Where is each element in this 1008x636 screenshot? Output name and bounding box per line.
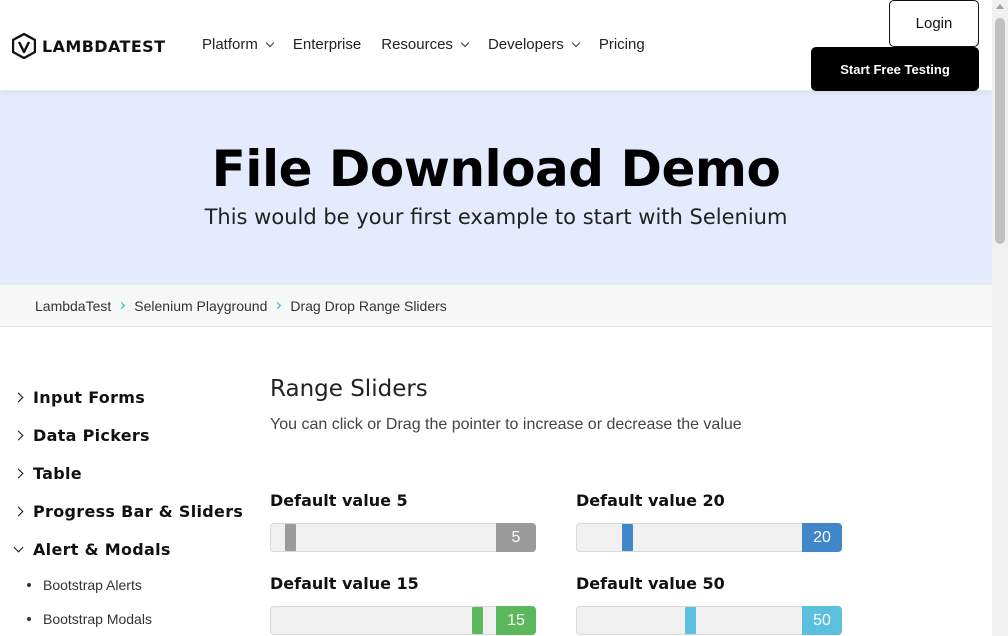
lambdatest-logo-icon — [12, 33, 36, 59]
slider-block-3: Default value 15 15 — [270, 574, 536, 635]
sidebar-item-progress-bar-sliders[interactable]: Progress Bar & Sliders — [13, 492, 244, 530]
slider-thumb[interactable] — [685, 607, 696, 634]
breadcrumb-home[interactable]: LambdaTest — [35, 298, 111, 314]
chevron-down-icon — [571, 38, 581, 48]
breadcrumb-selenium-playground[interactable]: Selenium Playground — [134, 298, 267, 314]
sidebar-subitem-bootstrap-modals[interactable]: Bootstrap Modals — [15, 602, 243, 636]
logo-text: LAMBDATEST — [42, 36, 166, 56]
sidebar-item-data-pickers[interactable]: Data Pickers — [13, 416, 243, 454]
slider-value-output: 5 — [496, 523, 536, 552]
chevron-right-icon — [118, 301, 126, 310]
page-scrollbar[interactable] — [992, 0, 1008, 636]
sidebar-item-table[interactable]: Table — [13, 454, 243, 492]
sidebar: Input Forms Data Pickers Table Progress … — [13, 378, 244, 636]
nav-label: Platform — [202, 36, 258, 53]
chevron-right-icon — [13, 506, 24, 516]
nav-enterprise[interactable]: Enterprise — [293, 36, 361, 53]
sidebar-item-label: Alert & Modals — [33, 539, 171, 559]
sidebar-item-label: Input Forms — [33, 387, 146, 407]
sidebar-item-label: Data Pickers — [33, 425, 150, 445]
nav-resources[interactable]: Resources — [381, 36, 470, 53]
scrollbar-thumb[interactable] — [995, 18, 1005, 244]
range-slider: 50 — [576, 606, 842, 635]
nav-label: Developers — [487, 36, 564, 53]
nav-label: Resources — [381, 36, 453, 53]
nav-label: Enterprise — [292, 36, 362, 53]
start-free-testing-button[interactable]: Start Free Testing — [811, 47, 979, 91]
nav-label: Pricing — [598, 36, 645, 53]
sidebar-item-label: Progress Bar & Sliders — [33, 501, 244, 521]
page-subtitle: This would be your first example to star… — [204, 205, 788, 229]
range-slider: 15 — [270, 606, 536, 635]
nav-pricing[interactable]: Pricing — [599, 36, 645, 53]
slider-track[interactable] — [270, 523, 496, 552]
slider-thumb[interactable] — [285, 524, 296, 551]
logo[interactable]: LAMBDATEST — [12, 33, 165, 59]
sidebar-subitem-bootstrap-alerts[interactable]: Bootstrap Alerts — [15, 568, 243, 602]
section-description: You can click or Drag the pointer to inc… — [270, 416, 742, 433]
section-title: Range Sliders — [270, 376, 428, 402]
chevron-right-icon — [13, 392, 24, 402]
breadcrumb-current: Drag Drop Range Sliders — [290, 297, 447, 314]
slider-label: Default value 20 — [576, 491, 725, 510]
slider-block-4: Default value 50 50 — [576, 574, 842, 635]
slider-value-output: 15 — [496, 606, 536, 635]
sidebar-subitem-label: Bootstrap Alerts — [43, 577, 142, 593]
slider-block-1: Default value 5 5 — [270, 491, 536, 552]
sidebar-item-input-forms[interactable]: Input Forms — [13, 378, 243, 416]
slider-label: Default value 5 — [270, 491, 408, 510]
slider-value-output: 50 — [802, 606, 842, 635]
chevron-right-icon — [274, 301, 282, 310]
main-nav: Platform Enterprise Resources Developers… — [202, 36, 665, 53]
nav-developers[interactable]: Developers — [487, 36, 581, 53]
bullet-icon — [27, 617, 31, 621]
login-button[interactable]: Login — [889, 0, 979, 47]
slider-value-output: 20 — [802, 523, 842, 552]
bullet-icon — [27, 583, 31, 587]
sidebar-item-alert-modals[interactable]: Alert & Modals — [13, 530, 243, 568]
slider-block-2: Default value 20 20 — [576, 491, 842, 552]
slider-track[interactable] — [576, 523, 802, 552]
slider-track[interactable] — [576, 606, 802, 635]
sidebar-subitem-label: Bootstrap Modals — [43, 611, 152, 627]
slider-thumb[interactable] — [472, 607, 483, 634]
main-content: Range Sliders You can click or Drag the … — [270, 376, 870, 434]
chevron-down-icon — [13, 542, 24, 552]
slider-label: Default value 15 — [270, 574, 419, 593]
slider-label: Default value 50 — [576, 574, 725, 593]
hero-banner: File Download Demo This would be your fi… — [0, 91, 992, 285]
scroll-up-icon[interactable] — [996, 4, 1004, 9]
page-title: File Download Demo — [211, 140, 781, 198]
sidebar-item-label: Table — [33, 463, 82, 483]
chevron-down-icon — [460, 38, 470, 48]
slider-track[interactable] — [270, 606, 496, 635]
chevron-right-icon — [13, 430, 24, 440]
breadcrumb: LambdaTest Selenium Playground Drag Drop… — [0, 285, 992, 327]
page: LAMBDATEST Platform Enterprise Resources… — [0, 0, 992, 636]
chevron-right-icon — [13, 468, 24, 478]
slider-thumb[interactable] — [622, 524, 633, 551]
range-slider: 20 — [576, 523, 842, 552]
site-header: LAMBDATEST Platform Enterprise Resources… — [0, 0, 992, 91]
range-slider: 5 — [270, 523, 536, 552]
chevron-down-icon — [265, 38, 275, 48]
nav-platform[interactable]: Platform — [202, 36, 275, 53]
